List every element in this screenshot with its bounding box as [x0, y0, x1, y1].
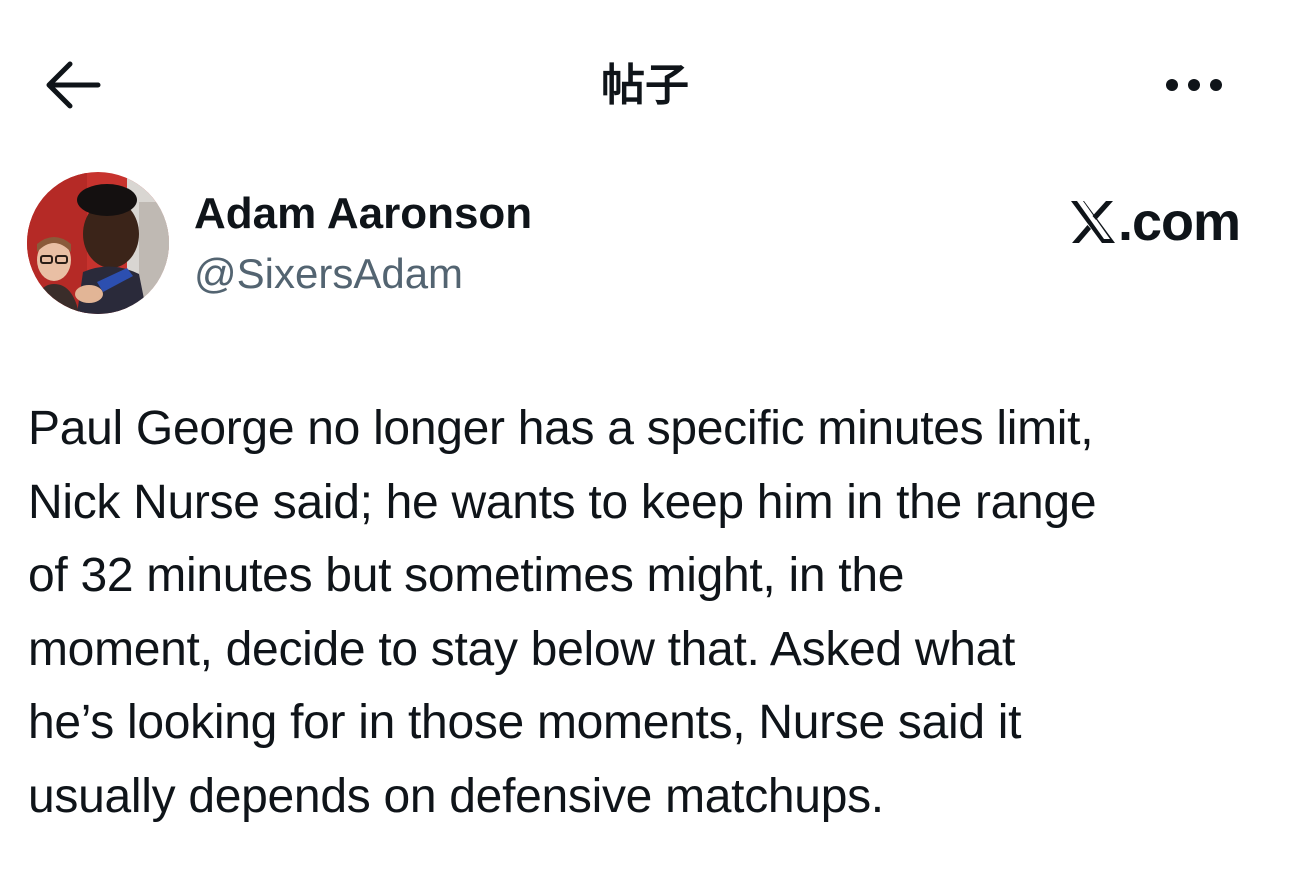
author-handle[interactable]: @SixersAdam — [194, 246, 463, 302]
page-title: 帖子 — [601, 60, 689, 111]
x-logo-icon — [1070, 201, 1115, 243]
author-name[interactable]: Adam Aaronson — [194, 186, 532, 242]
source-badge: .com — [1068, 190, 1241, 254]
avatar[interactable] — [27, 172, 169, 314]
source-label: .com — [1117, 192, 1241, 252]
more-horizontal-icon[interactable] — [1160, 70, 1228, 100]
post-text: Paul George no longer has a specific min… — [28, 402, 1097, 823]
profile-photo — [27, 172, 169, 314]
top-navigation-bar: 帖子 — [0, 0, 1290, 170]
